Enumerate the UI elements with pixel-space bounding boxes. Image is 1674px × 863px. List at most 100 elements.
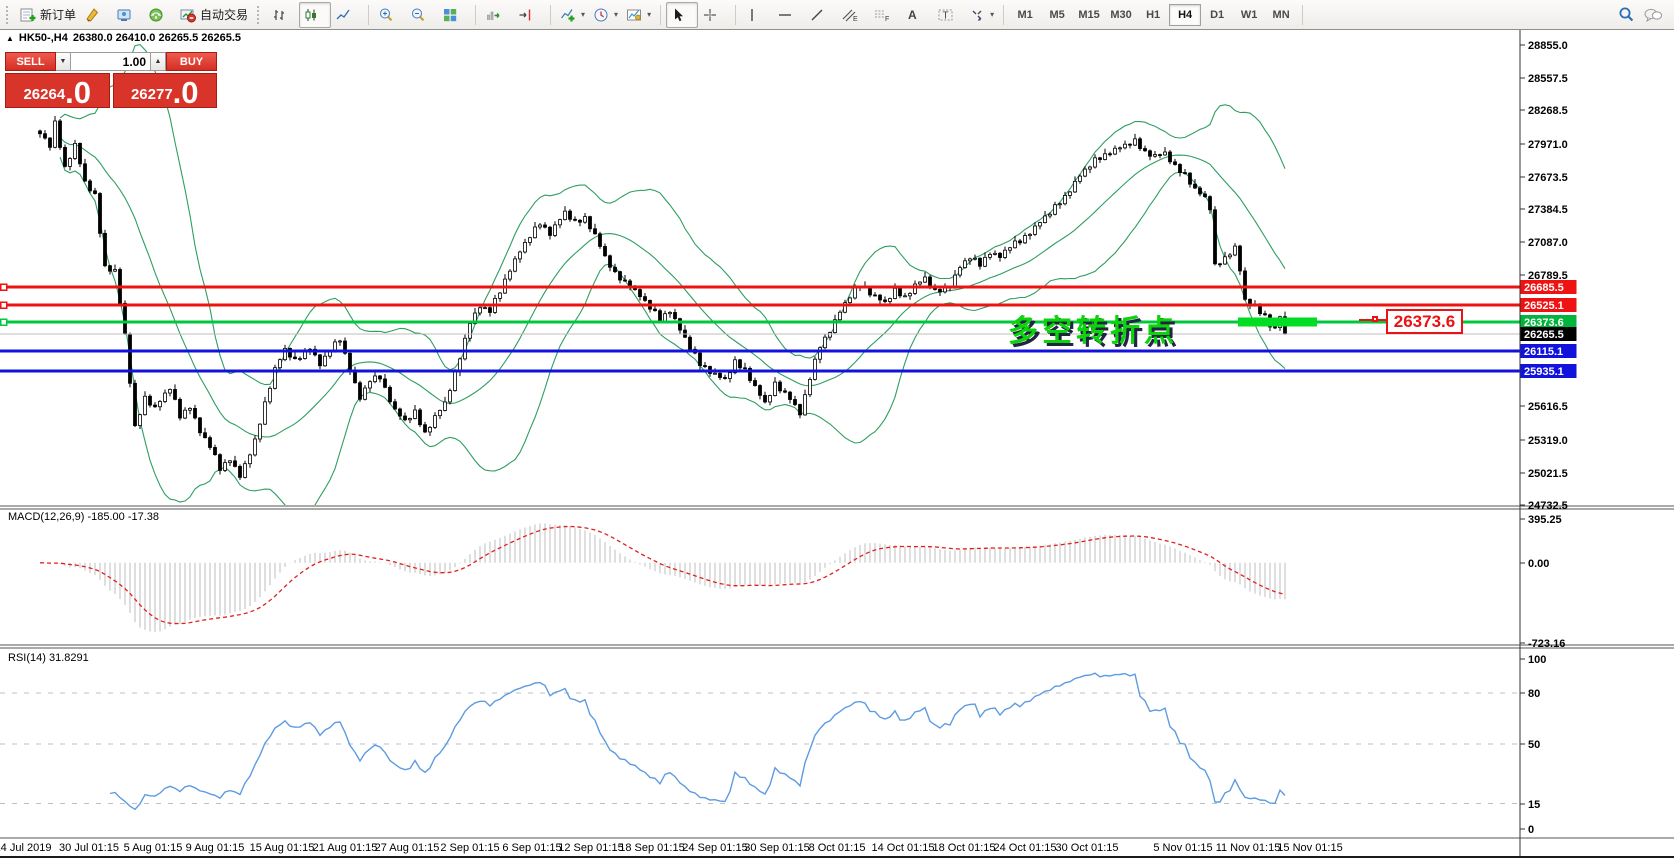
sell-price-fraction: .0 (65, 80, 91, 106)
timeframe-w1[interactable]: W1 (1233, 4, 1265, 26)
templates-button[interactable]: ▾ (622, 2, 655, 28)
svg-text:15 Nov 01:15: 15 Nov 01:15 (1277, 842, 1342, 854)
svg-text:26525.1: 26525.1 (1524, 300, 1564, 312)
horizontal-line-icon (777, 7, 793, 23)
svg-text:0.00: 0.00 (1528, 558, 1549, 570)
channel-icon: E (841, 7, 859, 23)
horizontal-line-button[interactable] (773, 2, 805, 28)
bar-chart-icon (271, 7, 287, 23)
collapse-arrow-icon[interactable]: ▲ (6, 34, 14, 43)
volume-down-button[interactable]: ▼ (56, 52, 71, 71)
svg-text:26265.5: 26265.5 (1524, 329, 1564, 341)
chevron-down-icon: ▾ (647, 10, 651, 19)
chart-shift-button[interactable] (513, 2, 545, 28)
timeframe-m1[interactable]: M1 (1009, 4, 1041, 26)
tile-windows-icon (442, 7, 458, 23)
label-button[interactable]: T (933, 2, 965, 28)
timeframe-m15[interactable]: M15 (1073, 4, 1105, 26)
svg-text:27673.5: 27673.5 (1528, 172, 1568, 184)
zoom-in-icon (378, 7, 394, 23)
svg-text:5 Aug 01:15: 5 Aug 01:15 (124, 842, 183, 854)
macd-label: MACD(12,26,9) -185.00 -17.38 (8, 511, 159, 523)
new-order-button[interactable]: 新订单 (16, 2, 80, 28)
signals-button[interactable] (144, 2, 176, 28)
autotrading-button[interactable]: 自动交易 (176, 2, 252, 28)
svg-text:21 Aug 01:15: 21 Aug 01:15 (313, 842, 378, 854)
svg-text:11 Nov 01:15: 11 Nov 01:15 (1216, 842, 1281, 854)
bar-chart-button[interactable] (267, 2, 299, 28)
svg-text:25616.5: 25616.5 (1528, 401, 1568, 413)
timeframe-h1[interactable]: H1 (1137, 4, 1169, 26)
buy-price-button[interactable]: 26277 .0 (113, 73, 218, 108)
periods-button[interactable]: ▾ (589, 2, 622, 28)
timeframe-h4[interactable]: H4 (1169, 4, 1201, 26)
trendline-button[interactable] (805, 2, 837, 28)
svg-text:28268.5: 28268.5 (1528, 105, 1568, 117)
symbol-period: HK50-,H4 (19, 32, 68, 44)
terminal-button[interactable] (112, 2, 144, 28)
sell-button[interactable]: SELL (5, 52, 56, 71)
vertical-line-button[interactable] (741, 2, 773, 28)
svg-text:25319.0: 25319.0 (1528, 435, 1568, 447)
periods-icon (593, 7, 609, 23)
svg-text:18 Oct 01:15: 18 Oct 01:15 (933, 842, 996, 854)
search-icon[interactable] (1617, 6, 1635, 24)
terminal-icon (116, 7, 132, 23)
tile-windows-button[interactable] (438, 2, 470, 28)
top-toolbar: 新订单 自动交易 (0, 0, 1674, 30)
chevron-down-icon: ▾ (990, 10, 994, 19)
signals-icon (148, 7, 164, 23)
vertical-line-icon (745, 7, 759, 23)
volume-up-button[interactable]: ▲ (151, 52, 166, 71)
indicators-button[interactable]: ▾ (556, 2, 589, 28)
candlestick-button[interactable] (299, 2, 331, 28)
svg-text:27 Aug 01:15: 27 Aug 01:15 (375, 842, 440, 854)
svg-text:5 Nov 01:15: 5 Nov 01:15 (1153, 842, 1212, 854)
timeframe-m30[interactable]: M30 (1105, 4, 1137, 26)
ohlc-values: 26380.0 26410.0 26265.5 26265.5 (73, 32, 241, 44)
chart-title: ▲ HK50-,H4 26380.0 26410.0 26265.5 26265… (6, 32, 241, 44)
chevron-down-icon: ▾ (614, 10, 618, 19)
indicators-icon (560, 7, 576, 23)
fibonacci-button[interactable]: F (869, 2, 901, 28)
arrows-icon (969, 7, 985, 23)
buy-button[interactable]: BUY (166, 52, 217, 71)
sell-price-button[interactable]: 26264 .0 (5, 73, 110, 108)
label-icon: T (937, 7, 955, 23)
channel-button[interactable]: E (837, 2, 869, 28)
svg-text:24 Jul 2019: 24 Jul 2019 (0, 842, 51, 854)
crosshair-button[interactable] (698, 2, 730, 28)
line-chart-button[interactable] (331, 2, 363, 28)
annotation-text[interactable]: 多空转折点 (1008, 306, 1178, 350)
chat-icon[interactable] (1643, 6, 1663, 24)
price-chart[interactable]: 28855.028557.528268.527971.027673.527384… (0, 0, 1674, 863)
svg-text:30 Oct 01:15: 30 Oct 01:15 (1056, 842, 1119, 854)
gold-seal-button[interactable] (80, 2, 112, 28)
arrows-button[interactable]: ▾ (965, 2, 998, 28)
svg-text:27384.5: 27384.5 (1528, 204, 1568, 216)
buy-price: 26277 (131, 87, 173, 102)
candlestick-icon (303, 7, 319, 23)
text-icon: A (905, 7, 919, 23)
text-button[interactable]: A (901, 2, 933, 28)
svg-text:50: 50 (1528, 739, 1540, 751)
zoom-out-icon (410, 7, 426, 23)
price-callout-box[interactable]: 26373.6 (1386, 309, 1463, 334)
toolbar-drag-handle (257, 6, 262, 24)
svg-text:27971.0: 27971.0 (1528, 139, 1568, 151)
svg-text:8 Oct 01:15: 8 Oct 01:15 (809, 842, 866, 854)
cursor-button[interactable] (666, 2, 698, 28)
timeframe-group: M1 M5 M15 M30 H1 H4 D1 W1 MN (1007, 1, 1299, 29)
zoom-in-button[interactable] (374, 2, 406, 28)
timeframe-m5[interactable]: M5 (1041, 4, 1073, 26)
autotrading-label: 自动交易 (200, 6, 248, 23)
timeframe-d1[interactable]: D1 (1201, 4, 1233, 26)
volume-input[interactable] (71, 52, 151, 71)
timeframe-mn[interactable]: MN (1265, 4, 1297, 26)
svg-text:-723.16: -723.16 (1528, 638, 1565, 650)
zoom-out-button[interactable] (406, 2, 438, 28)
cursor-icon (670, 7, 686, 23)
auto-scroll-button[interactable] (481, 2, 513, 28)
svg-text:25021.5: 25021.5 (1528, 468, 1568, 480)
svg-text:24732.5: 24732.5 (1528, 500, 1568, 512)
